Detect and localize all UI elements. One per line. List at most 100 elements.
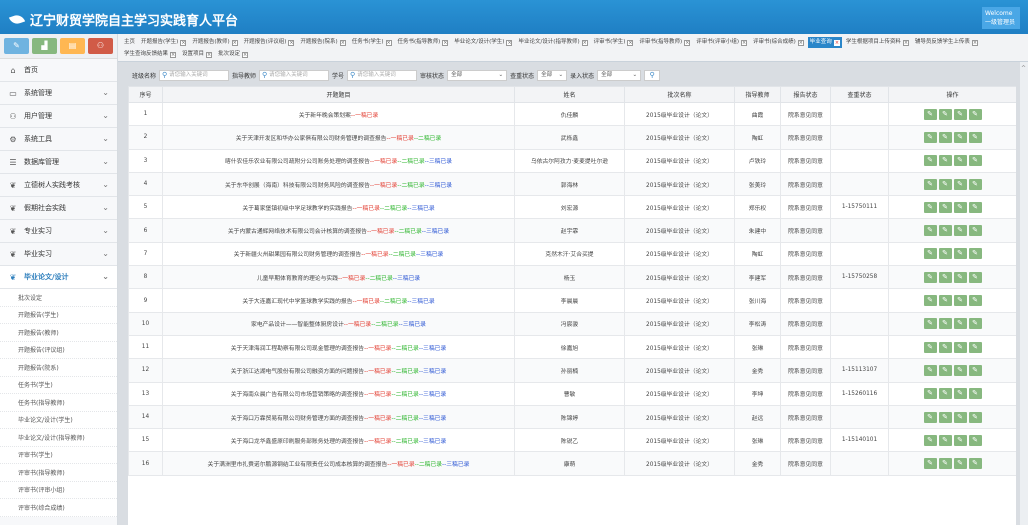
tab[interactable]: 评审书(评审小组) ×	[694, 37, 749, 48]
edit-icon[interactable]: ✎	[968, 155, 982, 167]
edit-icon[interactable]: ✎	[923, 201, 937, 213]
table-row[interactable]: 10 家电产品设计——智能整体厨房设计--一稿已录--二稿已录--三稿已录 冯宸骏 2…	[128, 311, 1016, 336]
edit-icon[interactable]: ✎	[923, 411, 937, 423]
edit-icon[interactable]: ✎	[923, 108, 937, 120]
draft-status-3[interactable]: 三稿已录	[429, 159, 452, 165]
check-status-select[interactable]: 全部 ⌄	[537, 69, 568, 81]
edit-icon[interactable]: ✎	[953, 434, 967, 446]
tab[interactable]: 学生根据项目上传资料 ×	[844, 37, 911, 48]
edit-icon[interactable]: ✎	[923, 434, 937, 446]
edit-icon[interactable]: ✎	[938, 458, 952, 470]
close-icon[interactable]: ×	[902, 39, 909, 46]
draft-status-1[interactable]: 一稿已录	[368, 369, 391, 375]
draft-status-2[interactable]: 二稿已录	[401, 183, 424, 189]
edit-icon[interactable]: ✎	[923, 458, 937, 470]
tab[interactable]: 开题报告(教师) ×	[190, 37, 239, 48]
close-icon[interactable]: ×	[506, 39, 513, 46]
draft-status-1[interactable]: 一稿已录	[342, 276, 365, 282]
tab[interactable]: 辅导员反馈学生上传表 ×	[913, 37, 980, 48]
draft-status-1[interactable]: 一稿已录	[368, 439, 391, 445]
pencil-icon[interactable]: ✎	[4, 38, 29, 54]
draft-status-3[interactable]: 三稿已录	[423, 346, 446, 352]
table-row[interactable]: 13 关于海南众晨广告有限公司市场营销策略的调查报告--一稿已录--二稿已录--三…	[128, 381, 1016, 406]
draft-status-2[interactable]: 二稿已录	[419, 462, 442, 468]
table-row[interactable]: 5 关于葛家堡镇初级中学足球教学的实践报告--一稿已录--二稿已录--三稿已录 刘宏…	[128, 195, 1016, 220]
sidebar-subitem[interactable]: 毕业论文/设计(指导教师)	[0, 429, 117, 447]
tab[interactable]: 主页	[122, 37, 137, 48]
tab[interactable]: 开题报告(院系) ×	[298, 37, 347, 48]
sidebar-item[interactable]: ⌂ 首页	[0, 59, 117, 82]
tab[interactable]: 毕业论文/设计(指导教师) ×	[516, 37, 589, 48]
sidebar-subitem[interactable]: 批次设定	[0, 289, 117, 307]
edit-icon[interactable]: ✎	[953, 201, 967, 213]
edit-icon[interactable]: ✎	[938, 318, 952, 330]
edit-icon[interactable]: ✎	[938, 108, 952, 120]
edit-icon[interactable]: ✎	[953, 248, 967, 260]
draft-status-2[interactable]: 二稿已录	[396, 346, 419, 352]
edit-icon[interactable]: ✎	[923, 295, 937, 307]
sidebar-item[interactable]: ☰ 数据库管理 ⌄	[0, 151, 117, 174]
edit-icon[interactable]: ✎	[953, 155, 967, 167]
sidebar-subitem[interactable]: 任务书(学生)	[0, 376, 117, 394]
close-icon[interactable]: ×	[833, 39, 840, 46]
sidebar-subitem[interactable]: 毕业论文/设计(学生)	[0, 411, 117, 429]
edit-icon[interactable]: ✎	[953, 271, 967, 283]
close-icon[interactable]: ×	[684, 39, 691, 46]
close-icon[interactable]: ×	[170, 51, 177, 58]
draft-status-3[interactable]: 三稿已录	[411, 299, 434, 305]
student-search-input[interactable]: ⚲ 请您输入关键词	[347, 69, 418, 81]
draft-status-1[interactable]: 一稿已录	[368, 392, 391, 398]
draft-status-3[interactable]: 三稿已录	[426, 229, 449, 235]
draft-status-2[interactable]: 二稿已录	[418, 136, 441, 142]
sidebar-subitem[interactable]: 评审书(评审小组)	[0, 481, 117, 499]
users-icon[interactable]: ⚇	[88, 38, 113, 54]
tab[interactable]: 评审书(综合成绩) ×	[751, 37, 806, 48]
draft-status-2[interactable]: 二稿已录	[384, 206, 407, 212]
edit-icon[interactable]: ✎	[953, 178, 967, 190]
sidebar-item[interactable]: ⚙ 系统工具 ⌄	[0, 128, 117, 151]
user-menu[interactable]: Welcome 一级管理员	[982, 7, 1020, 29]
tab[interactable]: 毕业论文/设计(学生) ×	[452, 37, 514, 48]
draft-status-2[interactable]: 二稿已录	[396, 439, 419, 445]
sidebar-subitem[interactable]: 任务书(指导教师)	[0, 394, 117, 412]
edit-icon[interactable]: ✎	[923, 271, 937, 283]
close-icon[interactable]: ×	[385, 39, 392, 46]
sidebar-item[interactable]: ❦ 假期社会实践 ⌄	[0, 197, 117, 220]
edit-icon[interactable]: ✎	[938, 155, 952, 167]
draft-status-1[interactable]: 一稿已录	[357, 206, 380, 212]
tab[interactable]: 学生查询反馈结果 ×	[122, 49, 178, 60]
draft-status-3[interactable]: 三稿已录	[429, 183, 452, 189]
entry-status-select[interactable]: 全部 ⌄	[597, 69, 642, 81]
draft-status-3[interactable]: 三稿已录	[423, 369, 446, 375]
edit-icon[interactable]: ✎	[938, 388, 952, 400]
close-icon[interactable]: ×	[231, 39, 238, 46]
sidebar-subitem[interactable]: 评审书(指导教师)	[0, 464, 117, 482]
edit-icon[interactable]: ✎	[923, 248, 937, 260]
draft-status-3[interactable]: 三稿已录	[420, 252, 443, 258]
edit-icon[interactable]: ✎	[968, 178, 982, 190]
edit-icon[interactable]: ✎	[923, 364, 937, 376]
sidebar-subitem[interactable]: 评审书(综合成绩)	[0, 499, 117, 517]
table-row[interactable]: 7 关于新疆火州甜果园有限公司财务管理的调查报告--一稿已录--二稿已录--三稿已…	[128, 241, 1016, 267]
draft-status-2[interactable]: 二稿已录	[396, 369, 419, 375]
tab[interactable]: 任务书(指导教师) ×	[396, 37, 451, 48]
edit-icon[interactable]: ✎	[938, 271, 952, 283]
edit-icon[interactable]: ✎	[968, 108, 982, 120]
sidebar-item[interactable]: ❦ 毕业论文/设计 ⌄	[0, 266, 117, 289]
edit-icon[interactable]: ✎	[938, 434, 952, 446]
table-row[interactable]: 6 关于内蒙古通辉网络技术有限公司会计核算的调查报告--一稿已录--二稿已录--三…	[128, 218, 1016, 243]
close-icon[interactable]: ×	[339, 39, 346, 46]
draft-status-3[interactable]: 三稿已录	[423, 416, 446, 422]
edit-icon[interactable]: ✎	[968, 295, 982, 307]
edit-icon[interactable]: ✎	[968, 131, 982, 143]
edit-icon[interactable]: ✎	[968, 364, 982, 376]
close-icon[interactable]: ×	[442, 39, 449, 46]
edit-icon[interactable]: ✎	[923, 388, 937, 400]
edit-icon[interactable]: ✎	[923, 341, 937, 353]
edit-icon[interactable]: ✎	[938, 295, 952, 307]
close-icon[interactable]: ×	[741, 39, 747, 46]
table-row[interactable]: 11 关于天津海润工程勘察有限公司现金管理的调查报告--一稿已录--二稿已录--三…	[128, 334, 1016, 360]
table-row[interactable]: 8 儿童早期体育教育的理论与实践--一稿已录--二稿已录--三稿已录 杨玉 2015级…	[128, 265, 1016, 290]
class-search-input[interactable]: ⚲ 请您输入关键词	[159, 69, 230, 81]
edit-icon[interactable]: ✎	[923, 178, 937, 190]
